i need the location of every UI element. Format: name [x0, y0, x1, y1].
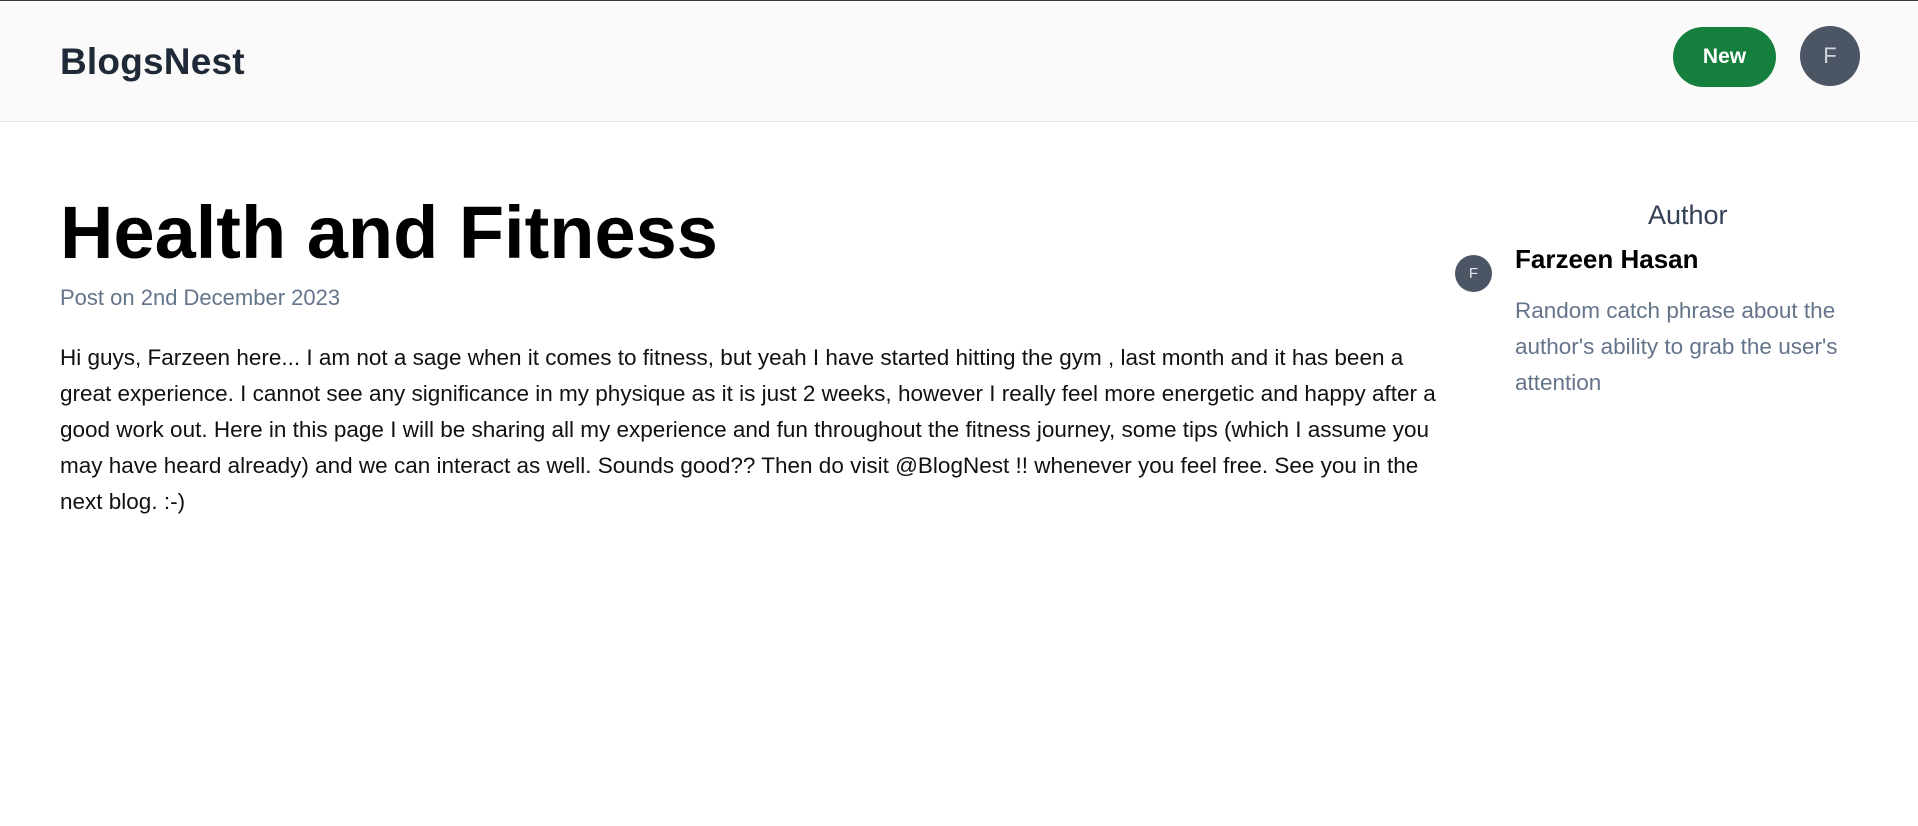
author-name: Farzeen Hasan [1515, 244, 1699, 274]
author-bio: Random catch phrase about the author's a… [1515, 298, 1838, 395]
brand-logo[interactable]: BlogsNest [60, 41, 245, 83]
author-heading: Author [1648, 200, 1728, 230]
user-avatar[interactable]: F [1800, 26, 1860, 86]
page: BlogsNest New F Health and Fitness Post … [0, 0, 1918, 826]
post-body: Hi guys, Farzeen here... I am not a sage… [60, 345, 1436, 514]
new-post-button[interactable]: New [1673, 27, 1776, 87]
top-navigation-bar: BlogsNest New F [0, 0, 1918, 122]
post-title: Health and Fitness [60, 191, 718, 274]
author-avatar: F [1455, 255, 1492, 292]
post-date: Post on 2nd December 2023 [60, 285, 341, 310]
